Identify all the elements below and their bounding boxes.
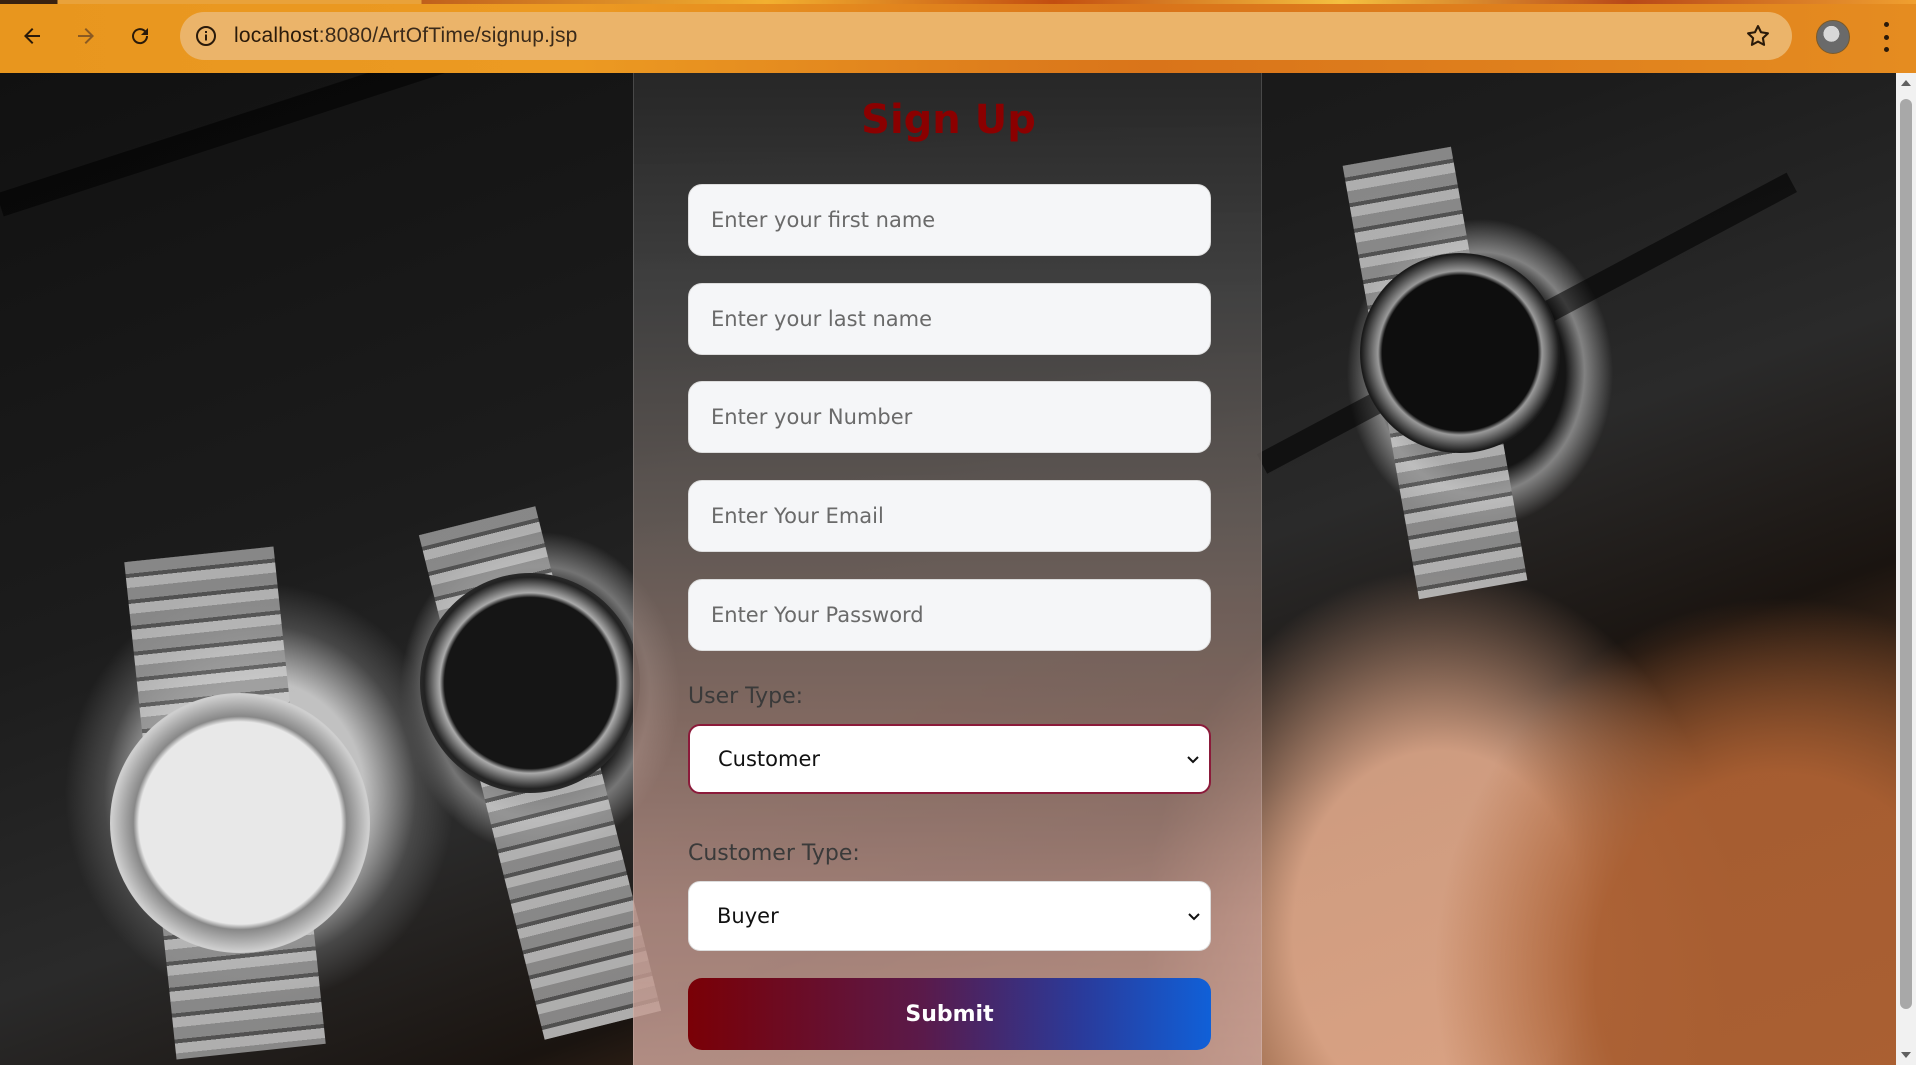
- watch-image-black-chrono: [420, 573, 640, 793]
- kebab-dot: [1883, 22, 1889, 27]
- scroll-thumb[interactable]: [1900, 99, 1912, 1009]
- user-type-label: User Type:: [688, 684, 804, 709]
- customer-type-label: Customer Type:: [688, 841, 860, 866]
- customer-type-value: Buyer: [717, 904, 779, 928]
- star-icon[interactable]: [1744, 22, 1772, 50]
- back-button[interactable]: [14, 18, 50, 54]
- browser-toolbar: localhost:8080/ArtOfTime/signup.jsp: [0, 0, 1916, 73]
- kebab-dot: [1883, 34, 1889, 40]
- customer-type-select[interactable]: Buyer: [688, 881, 1211, 951]
- watch-image-black-diver: [1360, 253, 1560, 453]
- scroll-down-icon[interactable]: [1900, 1049, 1912, 1061]
- chevron-down-icon: [1187, 756, 1199, 764]
- watch-image-white: [110, 693, 370, 953]
- reload-icon: [132, 28, 149, 45]
- page-title: Sign Up: [861, 97, 1036, 143]
- address-bar[interactable]: localhost:8080/ArtOfTime/signup.jsp: [180, 12, 1792, 60]
- user-type-select[interactable]: Customer: [688, 724, 1211, 794]
- signup-panel: Sign Up User Type: Customer Customer Typ…: [633, 73, 1262, 1065]
- first-name-input[interactable]: [688, 184, 1211, 256]
- watch-box-edge: [0, 73, 603, 217]
- kebab-dot: [1883, 47, 1889, 52]
- submit-button[interactable]: Submit: [688, 978, 1211, 1050]
- tab-strip-edge: [0, 0, 1916, 4]
- last-name-input[interactable]: [688, 283, 1211, 355]
- back-arrow-icon: [24, 28, 40, 44]
- url-text: localhost:8080/ArtOfTime/signup.jsp: [234, 24, 578, 48]
- scroll-up-icon[interactable]: [1900, 77, 1912, 89]
- reload-button[interactable]: [122, 18, 158, 54]
- user-type-value: Customer: [718, 747, 821, 771]
- site-info-button[interactable]: [192, 22, 220, 50]
- chevron-down-icon: [1188, 913, 1200, 921]
- page-scrollbar[interactable]: [1896, 73, 1916, 1065]
- avatar[interactable]: [1816, 20, 1850, 54]
- email-input[interactable]: [688, 480, 1211, 552]
- kebab-menu-icon[interactable]: [1874, 22, 1898, 52]
- password-input[interactable]: [688, 579, 1211, 651]
- info-icon: [196, 26, 216, 46]
- forward-arrow-icon: [78, 28, 94, 44]
- forward-button[interactable]: [68, 18, 104, 54]
- url-path: :8080/ArtOfTime/signup.jsp: [318, 24, 578, 47]
- url-host: localhost: [234, 24, 319, 47]
- number-input[interactable]: [688, 381, 1211, 453]
